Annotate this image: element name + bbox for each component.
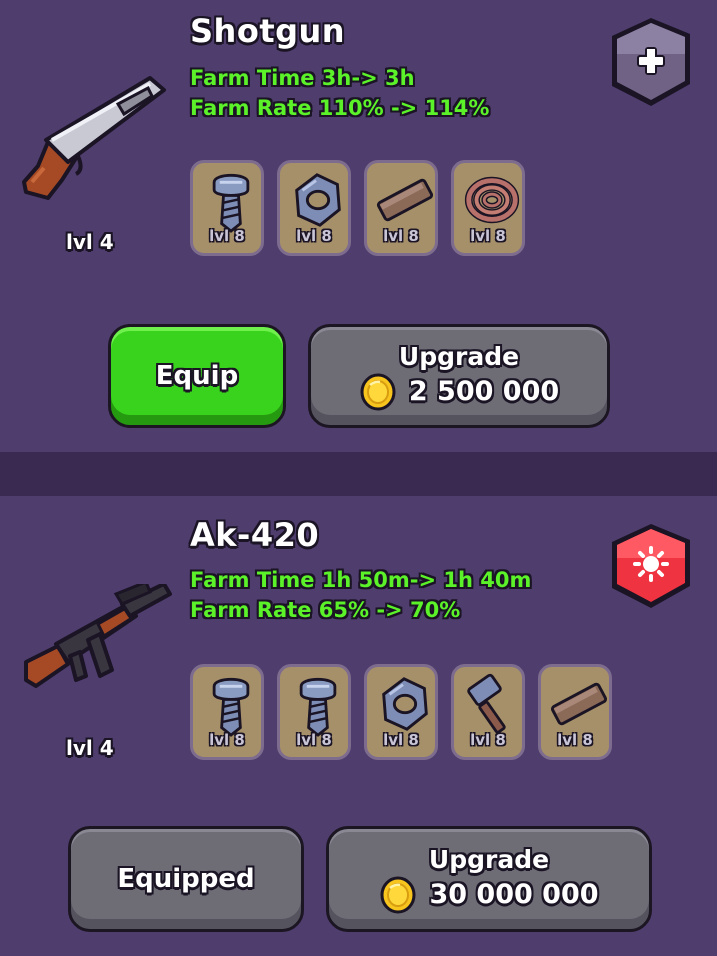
material-hammer: lvl 8 xyxy=(451,664,525,760)
material-nut: lvl 8 xyxy=(277,160,351,256)
nut-icon xyxy=(295,173,341,227)
upgrade-price-row: 2 500 000 xyxy=(359,373,559,411)
material-screw: lvl 8 xyxy=(190,160,264,256)
weapon-card-shotgun: Shotgun Farm Time 3h-> 3h Farm Rate 110%… xyxy=(0,0,717,452)
upgrade-price-row: 30 000 000 xyxy=(379,876,599,914)
equip-button-label: Equip xyxy=(155,361,239,391)
weapon-card-ak-420: Ak-420 Farm Time 1h 50m-> 1h 40m Farm Ra… xyxy=(0,496,717,956)
material-level: lvl 8 xyxy=(296,227,332,245)
wood-plank-icon xyxy=(549,681,609,727)
card-divider xyxy=(0,452,717,496)
upgrade-price: 2 500 000 xyxy=(408,376,560,407)
hammer-icon xyxy=(466,673,507,735)
material-screw: lvl 8 xyxy=(190,664,264,760)
material-wood-plank: lvl 8 xyxy=(538,664,612,760)
equipped-button[interactable]: Equipped xyxy=(68,826,304,932)
upgrade-button[interactable]: Upgrade 30 000 000 xyxy=(326,826,652,932)
ak-rifle-icon xyxy=(24,584,172,688)
material-level: lvl 8 xyxy=(470,227,506,245)
equipped-button-label: Equipped xyxy=(117,864,255,894)
coin-icon xyxy=(380,876,416,913)
farm-rate-stat: Farm Rate 110% -> 114% xyxy=(190,96,490,120)
material-rope-coil: lvl 8 xyxy=(451,160,525,256)
weapon-level: lvl 4 xyxy=(66,736,114,760)
material-wood-plank: lvl 8 xyxy=(364,160,438,256)
weapon-name: Ak-420 xyxy=(190,516,320,554)
weapon-name: Shotgun xyxy=(190,12,346,50)
upgrade-button-label: Upgrade xyxy=(398,341,520,371)
upgrade-button[interactable]: Upgrade 2 500 000 xyxy=(308,324,610,428)
material-level: lvl 8 xyxy=(296,731,332,749)
farm-time-stat: Farm Time 1h 50m-> 1h 40m xyxy=(190,568,532,592)
material-level: lvl 8 xyxy=(557,731,593,749)
screw-icon xyxy=(212,173,250,233)
material-screw: lvl 8 xyxy=(277,664,351,760)
rope-coil-icon xyxy=(462,169,522,231)
shotgun-icon xyxy=(22,76,166,200)
material-level: lvl 8 xyxy=(209,227,245,245)
farm-time-stat: Farm Time 3h-> 3h xyxy=(190,66,415,90)
sun-icon[interactable] xyxy=(606,520,696,612)
nut-icon xyxy=(382,677,428,731)
material-level: lvl 8 xyxy=(383,227,419,245)
upgrade-button-label: Upgrade xyxy=(428,844,550,874)
screw-icon xyxy=(299,677,337,737)
farm-rate-stat: Farm Rate 65% -> 70% xyxy=(190,598,461,622)
material-level: lvl 8 xyxy=(383,731,419,749)
screw-icon xyxy=(212,677,250,737)
plus-icon[interactable] xyxy=(606,14,696,110)
material-nut: lvl 8 xyxy=(364,664,438,760)
weapon-level: lvl 4 xyxy=(66,230,114,254)
wood-plank-icon xyxy=(375,177,435,223)
equip-button[interactable]: Equip xyxy=(108,324,286,428)
material-level: lvl 8 xyxy=(470,731,506,749)
material-level: lvl 8 xyxy=(209,731,245,749)
coin-icon xyxy=(360,373,396,410)
upgrade-price: 30 000 000 xyxy=(429,879,599,910)
